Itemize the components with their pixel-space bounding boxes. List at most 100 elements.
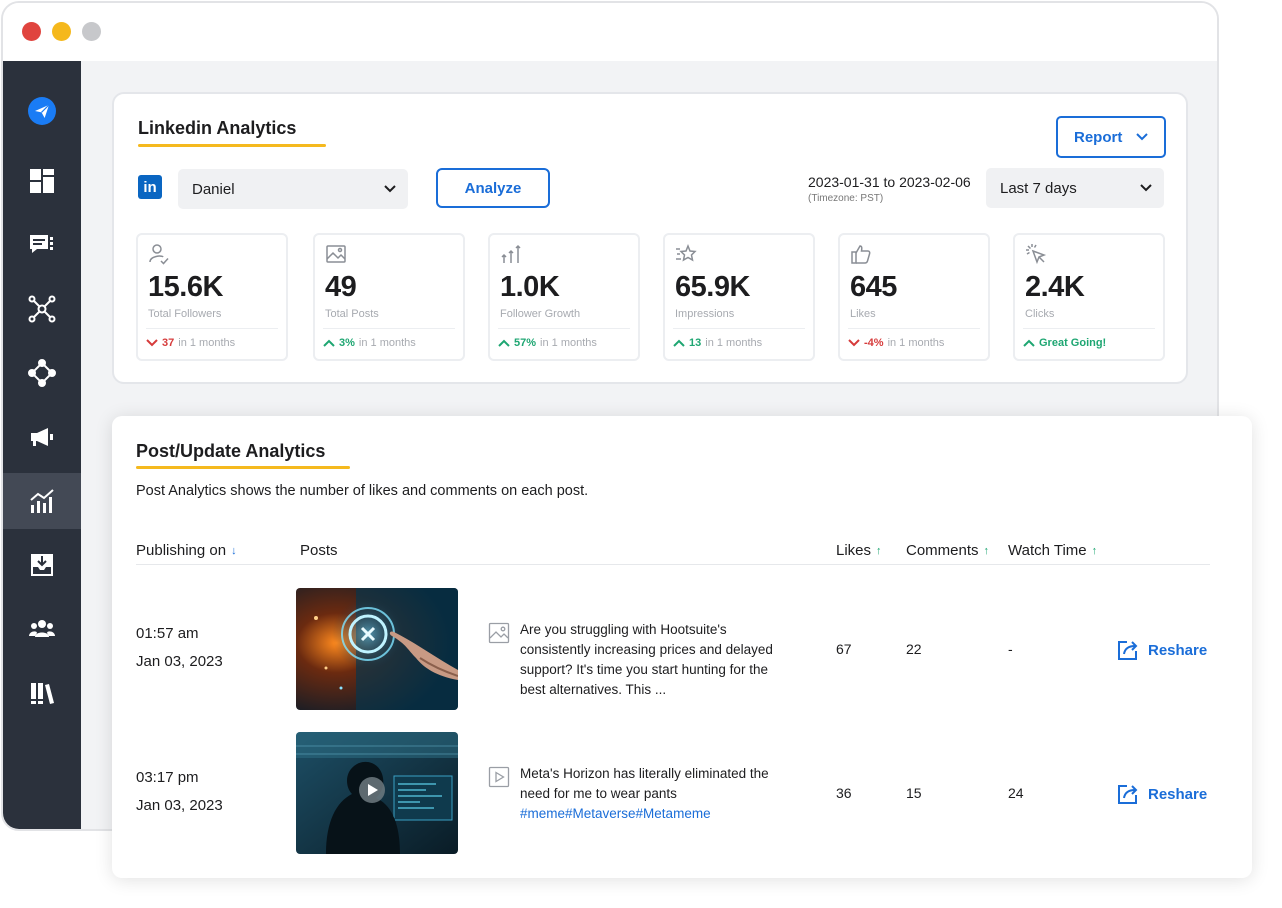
stat-label: Total Followers [148, 308, 222, 320]
stat-label: Total Posts [325, 308, 379, 320]
stat-value: 645 [850, 271, 897, 303]
inbox-icon [31, 554, 53, 576]
change-value: Great Going! [1039, 337, 1107, 349]
sidebar-item-campaigns[interactable] [3, 409, 81, 465]
period-select-value: Last 7 days [1000, 179, 1077, 197]
column-label: Watch Time [1008, 542, 1087, 559]
sidebar-item-library[interactable] [3, 665, 81, 721]
sort-up-icon: ↑ [983, 544, 990, 557]
stat-follower-growth: 1.0K Follower Growth 57% in 1 months [488, 233, 640, 361]
post-text-block: Meta's Horizon has literally eliminated … [520, 764, 796, 824]
likes-count: 36 [836, 785, 852, 801]
post-analytics-description: Post Analytics shows the number of likes… [136, 483, 589, 499]
sidebar [3, 61, 81, 829]
sidebar-item-network[interactable] [3, 281, 81, 337]
change-period: in 1 months [178, 337, 236, 349]
user-check-icon [149, 244, 169, 265]
stat-label: Clicks [1025, 308, 1055, 320]
divider [1023, 328, 1155, 329]
stat-change: 37 in 1 months [146, 337, 235, 349]
sidebar-item-compose[interactable] [3, 83, 81, 139]
stat-label: Likes [850, 308, 876, 320]
period-select[interactable]: Last 7 days [986, 168, 1164, 208]
date-range: 2023-01-31 to 2023-02-06 [808, 174, 971, 190]
column-header-watch-time[interactable]: Watch Time ↑ [1008, 542, 1097, 559]
post-text: Are you struggling with Hootsuite's cons… [520, 622, 773, 697]
sidebar-item-team[interactable] [3, 601, 81, 657]
sort-down-icon: ↓ [231, 544, 237, 557]
post-thumbnail[interactable] [296, 588, 458, 710]
stat-value: 15.6K [148, 271, 223, 303]
analyze-button[interactable]: Analyze [436, 168, 550, 208]
publish-date: Jan 03, 2023 [136, 653, 223, 670]
reshare-label: Reshare [1148, 641, 1208, 659]
column-header-likes[interactable]: Likes ↑ [836, 542, 882, 559]
change-value: 3% [339, 337, 355, 349]
column-header-posts: Posts [300, 542, 338, 559]
stat-value: 65.9K [675, 271, 750, 303]
library-icon [31, 683, 54, 704]
sidebar-item-integrations[interactable] [3, 345, 81, 401]
column-header-comments[interactable]: Comments ↑ [906, 542, 989, 559]
divider [498, 328, 630, 329]
sidebar-item-downloads[interactable] [3, 537, 81, 593]
title-bar [3, 3, 1217, 61]
chevron-up-icon [673, 339, 685, 347]
chevron-down-icon [848, 339, 860, 347]
reshare-button[interactable]: Reshare [1116, 638, 1207, 662]
post-thumbnail[interactable] [296, 732, 458, 854]
stat-change: 13 in 1 months [673, 337, 762, 349]
change-value: 57% [514, 337, 537, 349]
post-analytics-title: Post/Update Analytics [136, 441, 326, 461]
close-window-button[interactable] [22, 22, 41, 41]
watch-time: - [1008, 641, 1013, 657]
change-period: in 1 months [540, 337, 597, 349]
integrations-icon [28, 359, 56, 387]
column-label: Posts [300, 542, 338, 559]
column-label: Comments [906, 542, 979, 559]
account-select[interactable]: Daniel [178, 169, 408, 209]
image-icon [488, 622, 510, 644]
minimize-window-button[interactable] [52, 22, 71, 41]
post-hashtags[interactable]: #meme#Metaverse#Metameme [520, 804, 796, 824]
column-header-publishing[interactable]: Publishing on ↓ [136, 542, 237, 559]
share-icon [1118, 785, 1138, 804]
maximize-window-button[interactable] [82, 22, 101, 41]
tech-hand-image [296, 588, 458, 710]
reshare-label: Reshare [1148, 785, 1208, 803]
report-button[interactable]: Report [1056, 116, 1166, 158]
change-value: -4% [864, 337, 884, 349]
image-icon [326, 245, 346, 263]
chevron-up-icon [498, 339, 510, 347]
chevron-down-icon [1136, 133, 1149, 141]
chevron-down-icon [1140, 184, 1152, 192]
stat-value: 1.0K [500, 271, 560, 303]
stat-change: 57% in 1 months [498, 337, 597, 349]
publish-datetime: 01:57 am Jan 03, 2023 [136, 620, 223, 676]
publish-datetime: 03:17 pm Jan 03, 2023 [136, 764, 223, 820]
chevron-down-icon [146, 339, 158, 347]
column-label: Likes [836, 542, 872, 559]
growth-arrows-icon [501, 244, 521, 263]
publish-time: 01:57 am [136, 625, 199, 642]
column-label: Publishing on [136, 542, 227, 559]
sidebar-item-dashboard[interactable] [3, 153, 81, 209]
sidebar-item-messages[interactable] [3, 217, 81, 273]
change-period: in 1 months [887, 337, 945, 349]
post-analytics-card: Post/Update Analytics Post Analytics sho… [112, 416, 1252, 878]
stat-label: Impressions [675, 308, 735, 320]
stat-likes: 645 Likes -4% in 1 months [838, 233, 990, 361]
share-icon [1118, 641, 1138, 660]
team-icon [29, 620, 55, 637]
paper-plane-icon [28, 97, 56, 125]
change-value: 37 [162, 337, 175, 349]
sidebar-item-analytics[interactable] [3, 473, 81, 529]
megaphone-icon [31, 428, 53, 446]
account-select-value: Daniel [192, 180, 235, 198]
cursor-click-icon [1026, 244, 1047, 265]
reshare-button[interactable]: Reshare [1116, 782, 1207, 806]
linkedin-logo-icon: in [138, 175, 162, 199]
chevron-up-icon [1023, 339, 1035, 347]
stat-value: 2.4K [1025, 271, 1085, 303]
stat-clicks: 2.4K Clicks Great Going! [1013, 233, 1165, 361]
